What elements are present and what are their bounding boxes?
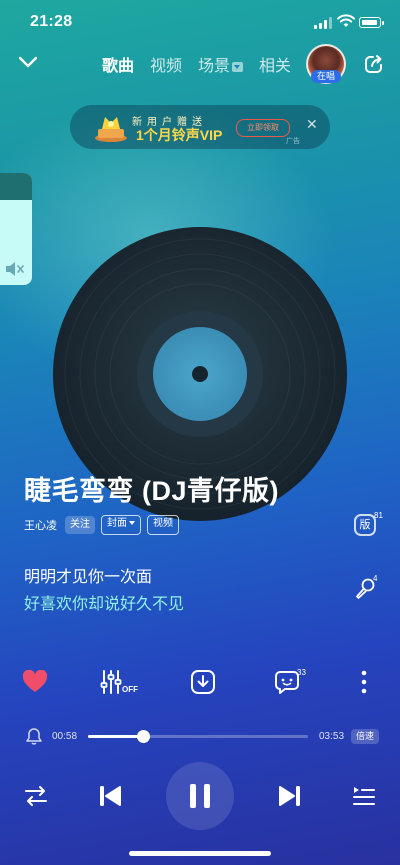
download-button[interactable]	[188, 667, 218, 697]
collapse-chevron-icon[interactable]	[18, 54, 38, 70]
tab-scene-label: 场景	[198, 58, 231, 75]
volume-track-top	[0, 173, 32, 200]
scene-dropdown-icon	[232, 61, 244, 72]
karaoke-count: 4	[373, 574, 378, 583]
progress-bar[interactable]	[88, 730, 308, 743]
total-time: 03:53	[319, 731, 345, 742]
wifi-icon	[337, 14, 355, 27]
artist-name[interactable]: 王心凌	[24, 517, 57, 533]
live-singing-badge: 在唱	[311, 70, 341, 83]
video-button[interactable]: 视频	[147, 515, 179, 535]
shuffle-repeat-icon[interactable]	[24, 785, 48, 807]
cover-label: 封面	[107, 518, 127, 529]
top-tabs: 歌曲 视频 场景 相关	[102, 52, 307, 76]
tab-related[interactable]: 相关	[259, 52, 291, 76]
speed-button[interactable]: 倍速	[351, 729, 379, 744]
versions-button[interactable]: 版	[354, 514, 376, 536]
ad-close-button[interactable]: ✕	[306, 116, 318, 133]
more-button[interactable]	[354, 667, 374, 697]
ad-claim-button[interactable]: 立即领取	[236, 119, 290, 137]
ad-headline: 1个月铃声VIP	[136, 127, 223, 143]
pause-icon	[190, 784, 210, 808]
tab-song[interactable]: 歌曲	[102, 52, 134, 76]
lyric-next-line[interactable]: 好喜欢你却说好久不见	[24, 590, 184, 614]
progress-fill	[88, 735, 143, 738]
like-button[interactable]	[20, 667, 50, 697]
follow-button[interactable]: 关注	[65, 516, 95, 534]
song-meta-row: 王心凌 关注 封面 视频	[24, 514, 185, 536]
download-icon	[191, 670, 215, 694]
play-pause-button[interactable]	[166, 762, 234, 830]
more-vertical-icon	[361, 670, 367, 694]
home-indicator[interactable]	[129, 851, 271, 856]
status-time: 21:28	[30, 13, 73, 30]
alarm-bell-icon[interactable]	[26, 727, 42, 745]
share-icon[interactable]	[364, 54, 384, 74]
ad-tag: 广告	[286, 138, 300, 145]
cellular-signal-icon	[314, 17, 332, 29]
player-screen: 21:28 歌曲 视频 场景 相关 在唱 新用户赠送 1个月铃声VIP 立即领取…	[0, 0, 400, 865]
equalizer-button[interactable]: OFF	[100, 667, 138, 697]
lyric-current-line[interactable]: 明明才见你一次面	[24, 563, 152, 587]
cover-dropdown-icon	[129, 521, 135, 526]
battery-icon	[359, 17, 384, 28]
previous-track-icon[interactable]	[98, 784, 122, 808]
progress-knob[interactable]	[136, 730, 150, 743]
cover-button[interactable]: 封面	[101, 515, 141, 535]
versions-count: 81	[374, 511, 383, 520]
playlist-icon[interactable]	[352, 785, 376, 807]
tab-scene[interactable]: 场景	[198, 52, 244, 76]
gift-crown-icon	[95, 117, 127, 142]
heart-icon	[22, 670, 48, 692]
elapsed-time: 00:58	[52, 731, 78, 742]
comment-count: 33	[297, 668, 306, 677]
ad-banner[interactable]: 新用户赠送 1个月铃声VIP 立即领取 ✕ 广告	[70, 105, 330, 149]
tab-video[interactable]: 视频	[150, 52, 182, 76]
song-title: 睫毛弯弯 (DJ青仔版)	[24, 476, 279, 506]
status-bar: 21:28	[0, 0, 400, 44]
volume-slider[interactable]	[0, 173, 32, 285]
equalizer-state: OFF	[122, 684, 138, 694]
next-track-icon[interactable]	[278, 784, 302, 808]
speaker-icon	[6, 262, 24, 276]
